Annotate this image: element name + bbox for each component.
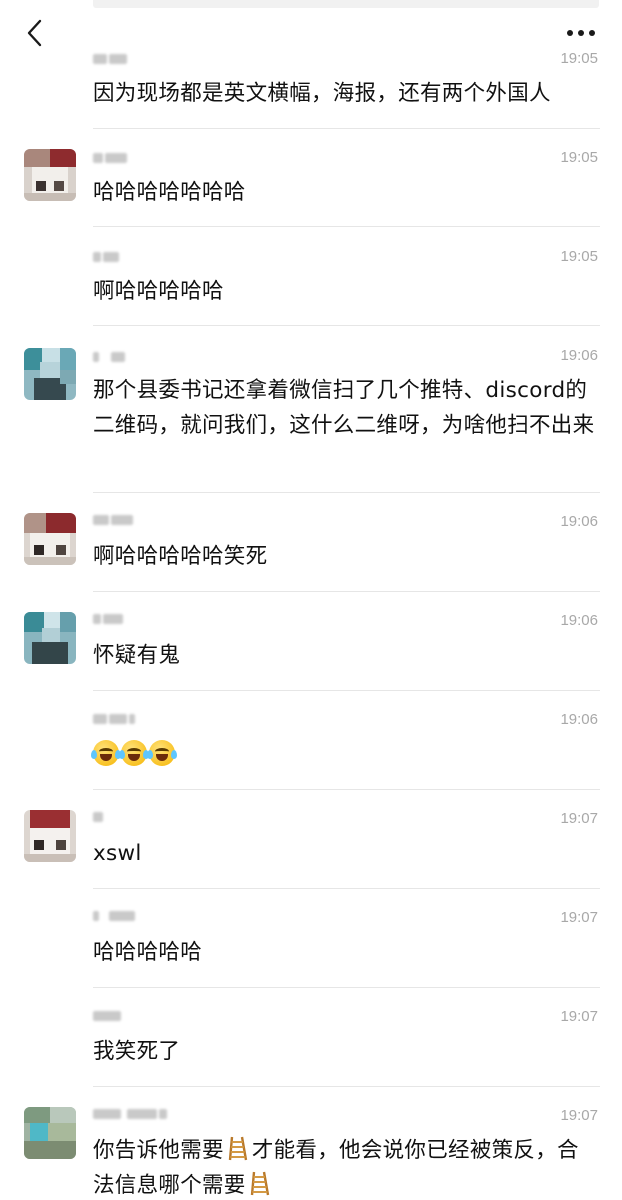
list-item: 19:07 xswl (0, 790, 622, 889)
message-text: 你告诉他需要 才能看，他会说你已经被策反，合法信息哪个需要 (93, 1133, 596, 1200)
message-text: 啊哈哈哈哈哈 (93, 279, 224, 304)
list-item: 19:07 哈哈哈哈哈 (0, 889, 622, 988)
blurred-username (93, 1009, 121, 1023)
timestamp: 19:05 (560, 149, 598, 166)
list-item: 19:05 啊哈哈哈哈哈 (0, 227, 622, 326)
avatar[interactable] (24, 348, 76, 400)
blurred-username (93, 52, 127, 66)
list-item: 19:06 (0, 691, 622, 790)
timestamp: 19:05 (560, 248, 598, 265)
blurred-username (93, 513, 133, 527)
blurred-username (93, 712, 135, 726)
timestamp: 19:07 (560, 810, 598, 827)
list-item: 19:06 啊哈哈哈哈哈笑死 (0, 493, 622, 592)
message-text: 哈哈哈哈哈 (93, 940, 203, 965)
blurred-username (93, 909, 135, 923)
message-text: 因为现场都是英文横幅，海报，还有两个外国人 (93, 81, 551, 106)
message-text: 啊哈哈哈哈哈笑死 (93, 544, 268, 569)
list-item: 19:06 那个县委书记还拿着微信扫了几个推特、discord的二维码，就问我们… (0, 326, 622, 493)
timestamp: 19:06 (560, 347, 598, 364)
message-text: xswl (93, 841, 142, 866)
list-item: 19:07 你告诉他需要 才能看，他会说你已经被策反，合法信息哪个需要 (0, 1087, 622, 1200)
list-item: 19:05 因为现场都是英文横幅，海报，还有两个外国人 (0, 28, 622, 129)
message-text: 我笑死了 (93, 1039, 181, 1064)
blurred-username (93, 250, 119, 264)
blurred-username (93, 810, 103, 824)
avatar[interactable] (24, 810, 76, 862)
list-item: 19:06 怀疑有鬼 (0, 592, 622, 691)
joy-icon (147, 740, 177, 766)
timestamp: 19:07 (560, 1008, 598, 1025)
comment-feed: 19:05 因为现场都是英文横幅，海报，还有两个外国人 19:05 哈哈哈哈哈哈… (0, 0, 622, 1200)
ladder-icon (250, 1171, 269, 1196)
blurred-username (93, 1107, 167, 1121)
joy-icon (119, 740, 149, 766)
timestamp: 19:07 (560, 1107, 598, 1124)
timestamp: 19:06 (560, 513, 598, 530)
joy-icon (91, 740, 121, 766)
timestamp: 19:07 (560, 909, 598, 926)
avatar[interactable] (24, 149, 76, 201)
avatar[interactable] (24, 612, 76, 664)
message-text (91, 737, 596, 772)
timestamp: 19:05 (560, 50, 598, 67)
message-text: 怀疑有鬼 (93, 643, 181, 668)
timestamp: 19:06 (560, 612, 598, 629)
message-text: 哈哈哈哈哈哈哈 (93, 180, 246, 205)
list-item: 19:05 哈哈哈哈哈哈哈 (0, 129, 622, 227)
avatar[interactable] (24, 513, 76, 565)
list-item: 19:07 我笑死了 (0, 988, 622, 1087)
timestamp: 19:06 (560, 711, 598, 728)
blurred-username (93, 612, 123, 626)
ladder-icon (228, 1136, 247, 1161)
message-text-part: 你告诉他需要 (93, 1138, 224, 1163)
blurred-username (93, 350, 125, 364)
message-text: 那个县委书记还拿着微信扫了几个推特、discord的二维码，就问我们，这什么二维… (93, 378, 595, 438)
blurred-username (93, 151, 127, 165)
avatar[interactable] (24, 1107, 76, 1159)
